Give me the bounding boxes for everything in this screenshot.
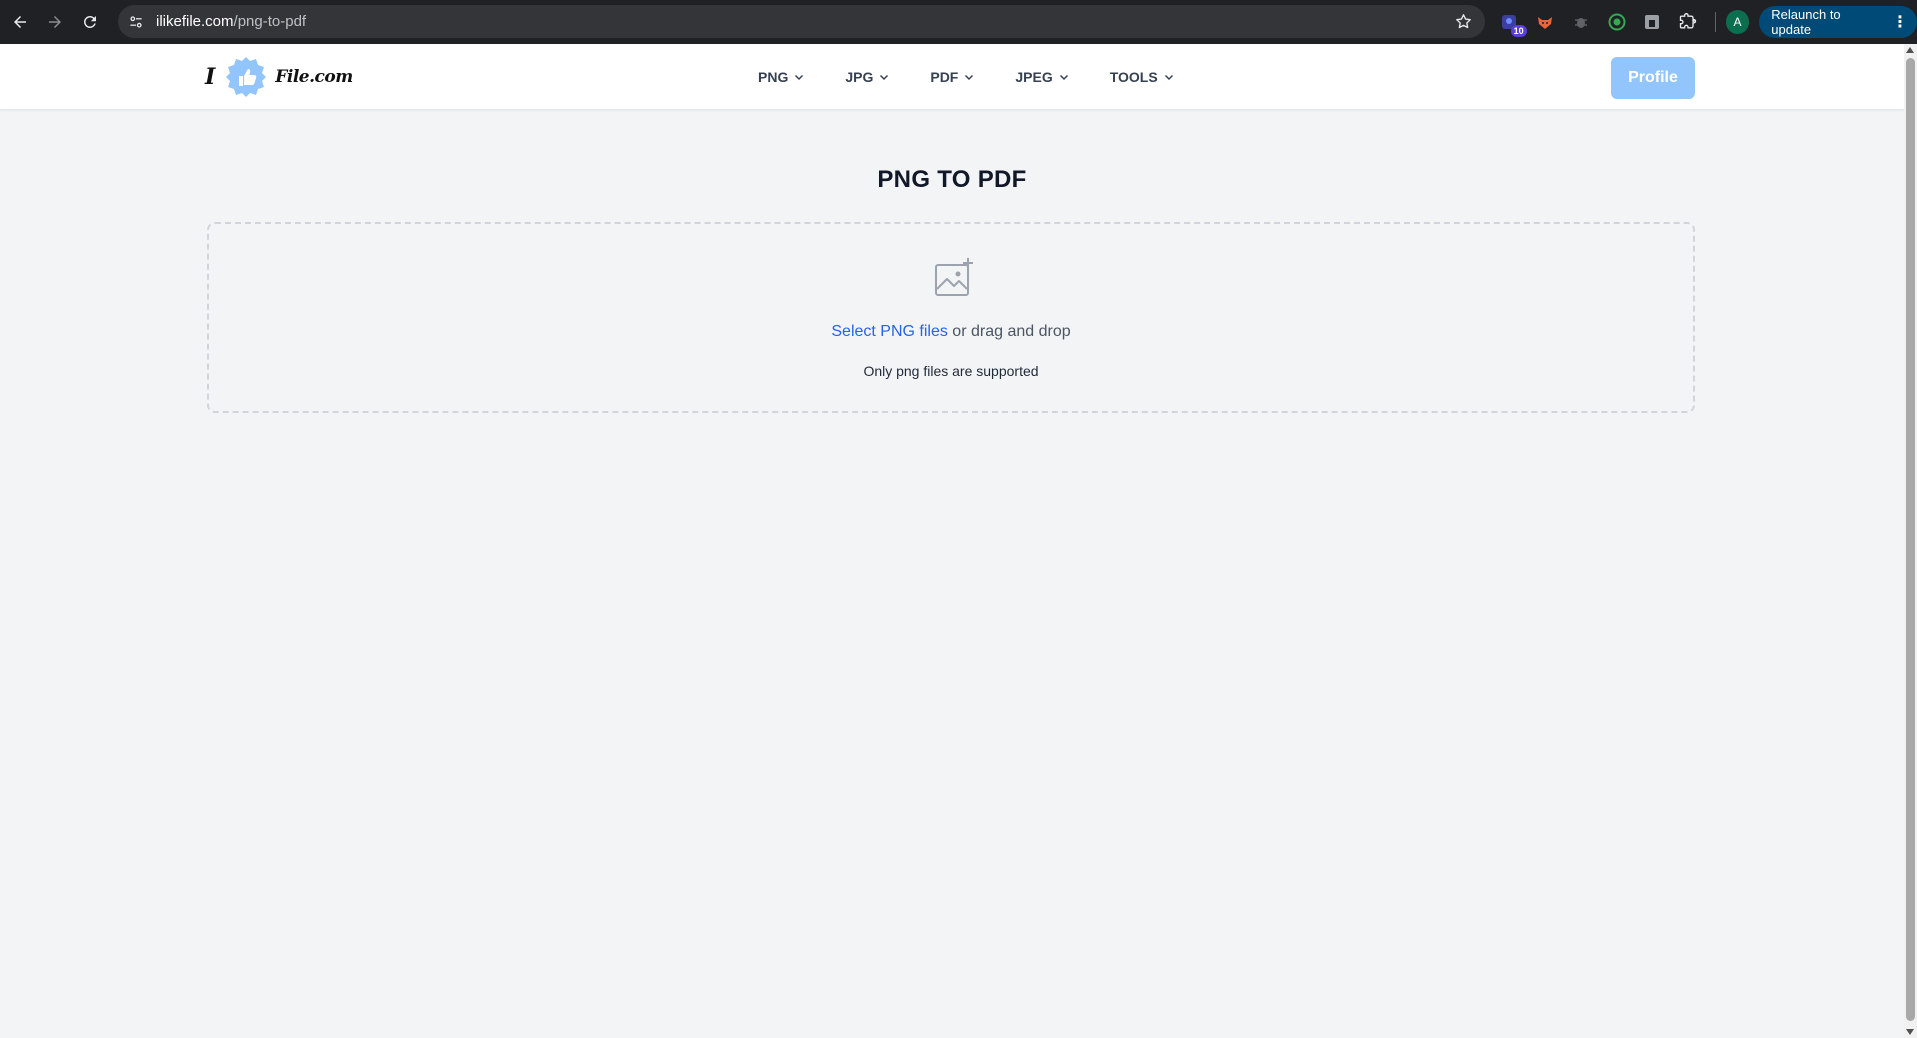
scroll-thumb[interactable] — [1906, 58, 1915, 1021]
address-bar[interactable]: ilikefile.com/png-to-pdf — [118, 5, 1485, 38]
page-viewport: I File.com PNG JPG PDF JPEG TOOLS Profil… — [0, 44, 1904, 1038]
extension-badge: 10 — [1510, 25, 1527, 37]
site-info-icon[interactable] — [126, 12, 146, 32]
extension-icon[interactable]: 10 — [1497, 9, 1527, 37]
drag-drop-text: or drag and drop — [947, 323, 1071, 340]
file-dropzone[interactable]: Select PNG files or drag and drop Only p… — [207, 222, 1695, 413]
scroll-down-icon[interactable] — [1906, 1029, 1914, 1035]
url-text: ilikefile.com/png-to-pdf — [156, 13, 306, 30]
puzzle-icon[interactable] — [1675, 9, 1701, 35]
profile-avatar[interactable]: A — [1725, 10, 1750, 34]
nav-jpg-label: JPG — [845, 69, 874, 85]
shield-extension-icon[interactable] — [1639, 9, 1665, 35]
relaunch-label: Relaunch to update — [1771, 7, 1841, 37]
nav-jpeg[interactable]: JPEG — [1015, 64, 1069, 90]
add-image-icon — [935, 258, 973, 296]
nav-jpeg-label: JPEG — [1015, 69, 1053, 85]
toolbar-separator — [1714, 12, 1716, 32]
main-nav: PNG JPG PDF JPEG TOOLS — [758, 64, 1215, 90]
thumbs-up-logo-icon — [225, 56, 267, 98]
forward-button[interactable] — [40, 7, 70, 37]
extensions-area: 10 A Relaunch to update ⋮ — [1497, 0, 1917, 44]
profile-button[interactable]: Profile — [1611, 57, 1695, 99]
fox-extension-icon[interactable] — [1533, 9, 1559, 35]
nav-tools[interactable]: TOOLS — [1110, 64, 1175, 90]
bug-extension-icon[interactable] — [1568, 9, 1594, 35]
chevron-down-icon — [1059, 74, 1068, 81]
chevron-down-icon — [880, 74, 889, 81]
chevron-down-icon — [965, 74, 974, 81]
url-path: /png-to-pdf — [233, 13, 307, 30]
logo-suffix: File.com — [275, 67, 353, 87]
bookmark-star-icon[interactable] — [1454, 12, 1473, 31]
nav-jpg[interactable]: JPG — [845, 64, 890, 90]
site-logo[interactable]: I File.com — [205, 56, 353, 98]
chevron-down-icon — [1164, 74, 1173, 81]
scroll-up-icon[interactable] — [1906, 47, 1914, 53]
kebab-menu-icon[interactable]: ⋮ — [1892, 12, 1908, 32]
site-header: I File.com PNG JPG PDF JPEG TOOLS Profil… — [0, 44, 1904, 110]
nav-png[interactable]: PNG — [758, 64, 805, 90]
nav-tools-label: TOOLS — [1109, 69, 1158, 85]
nav-pdf-label: PDF — [930, 69, 959, 85]
reload-icon — [83, 15, 96, 28]
target-extension-icon[interactable] — [1604, 9, 1630, 35]
supported-files-note: Only png files are supported — [863, 363, 1039, 379]
browser-toolbar: ilikefile.com/png-to-pdf 10 A Relaunch t… — [0, 0, 1917, 44]
url-host: ilikefile.com — [156, 13, 234, 30]
reload-button[interactable] — [75, 7, 105, 37]
chevron-down-icon — [795, 74, 804, 81]
back-arrow-icon — [14, 16, 26, 28]
dropzone-instructions: Select PNG files or drag and drop — [209, 323, 1693, 341]
nav-png-label: PNG — [758, 69, 789, 85]
page-title: PNG TO PDF — [877, 166, 1027, 193]
nav-pdf[interactable]: PDF — [930, 64, 975, 90]
relaunch-button[interactable]: Relaunch to update ⋮ — [1759, 6, 1917, 38]
logo-prefix: I — [205, 64, 216, 90]
select-files-link[interactable]: Select PNG files — [831, 323, 947, 340]
forward-arrow-icon — [49, 16, 61, 28]
page-scrollbar[interactable] — [1904, 44, 1917, 1038]
back-button[interactable] — [5, 7, 35, 37]
